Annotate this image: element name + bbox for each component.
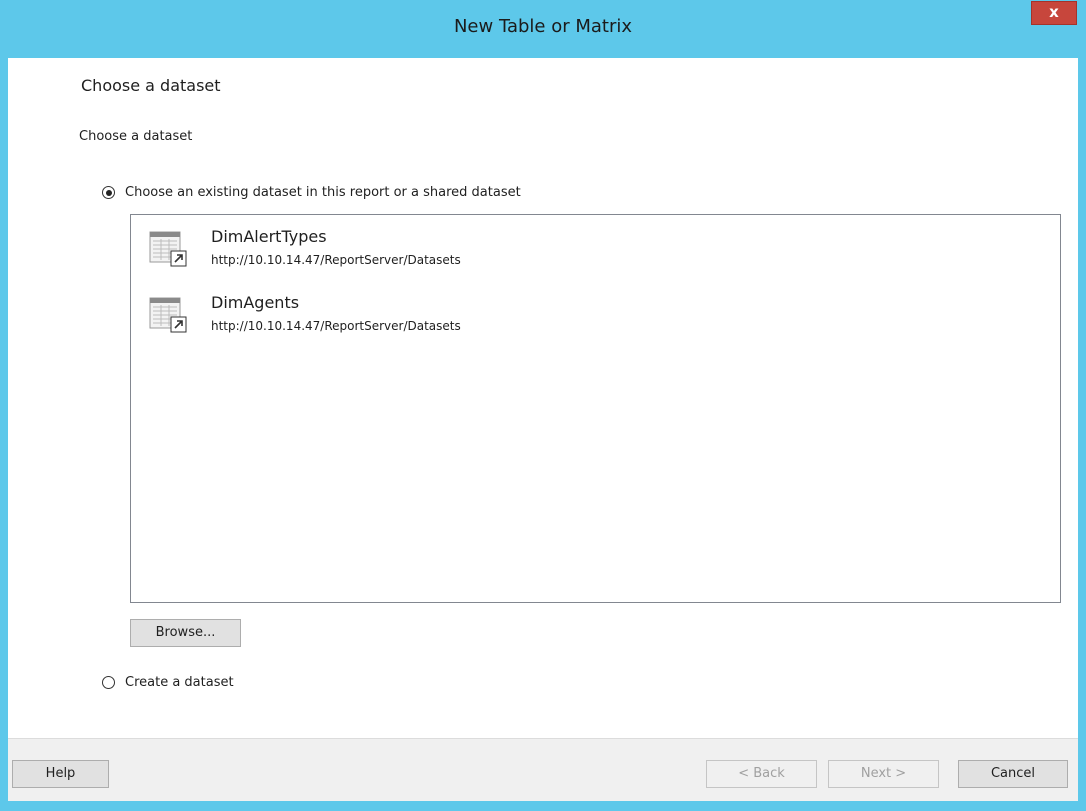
- create-dataset-radio[interactable]: [102, 676, 115, 689]
- dataset-path: http://10.10.14.47/ReportServer/Datasets: [211, 253, 461, 267]
- next-button[interactable]: Next >: [828, 760, 939, 788]
- existing-dataset-label: Choose an existing dataset in this repor…: [125, 185, 521, 200]
- existing-dataset-radio[interactable]: [102, 186, 115, 199]
- window-title: New Table or Matrix: [453, 16, 633, 37]
- dataset-list-item[interactable]: DimAgents http://10.10.14.47/ReportServe…: [149, 293, 649, 343]
- dataset-list-item[interactable]: DimAlertTypes http://10.10.14.47/ReportS…: [149, 227, 649, 277]
- dataset-path: http://10.10.14.47/ReportServer/Datasets: [211, 319, 461, 333]
- dialog-window: New Table or Matrix x Choose a dataset C…: [0, 0, 1086, 811]
- existing-dataset-option[interactable]: Choose an existing dataset in this repor…: [102, 185, 521, 200]
- create-dataset-label: Create a dataset: [125, 675, 234, 690]
- dataset-list[interactable]: DimAlertTypes http://10.10.14.47/ReportS…: [130, 214, 1061, 603]
- help-button[interactable]: Help: [12, 760, 109, 788]
- shared-dataset-icon: [149, 231, 187, 267]
- section-label: Choose a dataset: [79, 129, 193, 144]
- title-bar[interactable]: New Table or Matrix x: [0, 0, 1086, 58]
- browse-button[interactable]: Browse...: [130, 619, 241, 647]
- dataset-name: DimAlertTypes: [211, 227, 327, 246]
- shared-dataset-icon: [149, 297, 187, 333]
- page-title: Choose a dataset: [81, 76, 221, 95]
- close-button[interactable]: x: [1031, 1, 1077, 25]
- dataset-name: DimAgents: [211, 293, 300, 312]
- cancel-button[interactable]: Cancel: [958, 760, 1068, 788]
- create-dataset-option[interactable]: Create a dataset: [102, 675, 234, 690]
- dialog-footer: Help < Back Next > Cancel: [8, 738, 1078, 801]
- back-button[interactable]: < Back: [706, 760, 817, 788]
- dialog-body: Choose a dataset Choose a dataset Choose…: [8, 58, 1078, 801]
